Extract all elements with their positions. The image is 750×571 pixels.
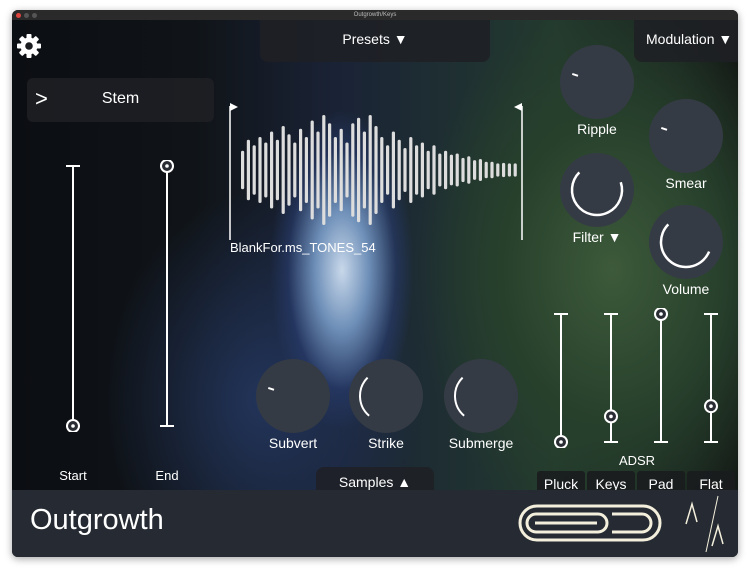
adsr-preset-pad[interactable]: Pad [637, 471, 685, 490]
filter-label[interactable]: Filter ▼ [552, 229, 642, 245]
ripple-label: Ripple [577, 121, 617, 137]
waveform-bar [397, 139, 401, 201]
gear-icon[interactable] [16, 33, 42, 59]
subvert-knob[interactable] [256, 359, 330, 433]
waveform-bar [328, 123, 332, 217]
waveform-bar [374, 126, 378, 214]
waveform-bar [345, 142, 349, 198]
waveform-bar [507, 163, 511, 177]
plugin-window: Outgrowth/Keys Presets ▼ Modulation ▼ > … [12, 10, 738, 557]
end-slider[interactable] [157, 159, 177, 432]
waveform-bar [496, 163, 500, 177]
waveform-bar [270, 131, 274, 209]
waveform-bar [252, 145, 256, 195]
waveform-bar [391, 131, 395, 209]
window-title: Outgrowth/Keys [353, 12, 397, 18]
waveform-bar [246, 139, 250, 201]
maker-logo [685, 495, 724, 553]
waveform-bar [432, 145, 436, 195]
zoom-button[interactable] [32, 13, 37, 18]
waveform-bar [420, 142, 424, 198]
smear-knob[interactable] [649, 99, 723, 173]
waveform-bar [473, 160, 477, 180]
waveform-bar [316, 131, 320, 209]
waveform-bar [449, 154, 453, 186]
waveform-bar [368, 115, 372, 225]
minimize-button[interactable] [24, 13, 29, 18]
sustain-slider[interactable] [651, 307, 671, 448]
submerge-knob[interactable] [444, 359, 518, 433]
waveform-bar [455, 153, 459, 187]
presets-dropdown[interactable]: Presets ▼ [260, 20, 490, 62]
volume-knob[interactable] [649, 205, 723, 279]
waveform-bar [287, 134, 291, 206]
end-marker-icon [514, 103, 522, 111]
filter-knob[interactable] [560, 153, 634, 227]
subvert-label: Subvert [268, 435, 318, 451]
plugin-title: Outgrowth [30, 504, 164, 536]
waveform-bar [322, 115, 326, 225]
volume-label: Volume [662, 281, 710, 297]
waveform-bar [299, 128, 303, 212]
ripple-knob[interactable] [560, 45, 634, 119]
strike-label: Strike [368, 435, 404, 451]
modulation-dropdown[interactable]: Modulation ▼ [634, 20, 738, 62]
waveform-bar [351, 123, 355, 217]
submerge-label: Submerge [448, 435, 514, 451]
start-label: Start [59, 468, 87, 483]
end-label: End [155, 468, 179, 483]
smear-label: Smear [665, 175, 707, 191]
waveform-bar [467, 156, 471, 184]
title-bar: Outgrowth/Keys [12, 10, 738, 20]
adsr-label: ADSR [618, 453, 656, 468]
stem-label: Stem [101, 90, 140, 107]
waveform-bar [275, 139, 279, 201]
waveform-bar [339, 128, 343, 212]
close-button[interactable] [16, 13, 21, 18]
waveform-display[interactable] [227, 100, 527, 240]
footer: Outgrowth [12, 490, 738, 557]
waveform-bar [357, 117, 361, 223]
waveform-bar [386, 145, 390, 195]
decay-slider[interactable] [601, 308, 621, 448]
samples-dropdown[interactable]: Samples ▲ [316, 467, 434, 490]
waveform-bar [241, 150, 245, 190]
start-slider[interactable] [63, 160, 83, 433]
waveform-bar [304, 137, 308, 203]
waveform-bar [380, 137, 384, 203]
waveform-bar [310, 120, 314, 220]
waveform-bar [293, 142, 297, 198]
waveform-bar [409, 137, 413, 203]
waveform-bar [426, 150, 430, 190]
waveform-bar [333, 137, 337, 203]
attack-slider[interactable] [551, 308, 571, 449]
waveform-bar [490, 161, 494, 179]
waveform-bar [264, 142, 268, 198]
start-marker-icon [230, 103, 238, 111]
waveform-bar [478, 159, 482, 181]
sample-filename: BlankFor.ms_TONES_54 [230, 240, 376, 255]
waveform-bar [444, 150, 448, 190]
waveform-bar [362, 131, 366, 209]
waveform-bar [513, 163, 517, 177]
main-area: Presets ▼ Modulation ▼ > Stem Start End … [12, 20, 738, 490]
waveform-bar [281, 126, 285, 214]
brand-logo [518, 504, 662, 542]
waveform-bar [484, 161, 488, 179]
adsr-preset-flat[interactable]: Flat [687, 471, 735, 490]
waveform-bar [258, 137, 262, 203]
adsr-preset-keys[interactable]: Keys [587, 471, 635, 490]
waveform-bar [461, 157, 465, 183]
release-slider[interactable] [701, 308, 721, 448]
waveform-bar [438, 153, 442, 187]
strike-knob[interactable] [349, 359, 423, 433]
stem-button[interactable]: > Stem [27, 78, 214, 122]
adsr-preset-pluck[interactable]: Pluck [537, 471, 585, 490]
waveform-bar [415, 145, 419, 195]
waveform-bar [502, 162, 506, 178]
waveform-bar [403, 148, 407, 192]
